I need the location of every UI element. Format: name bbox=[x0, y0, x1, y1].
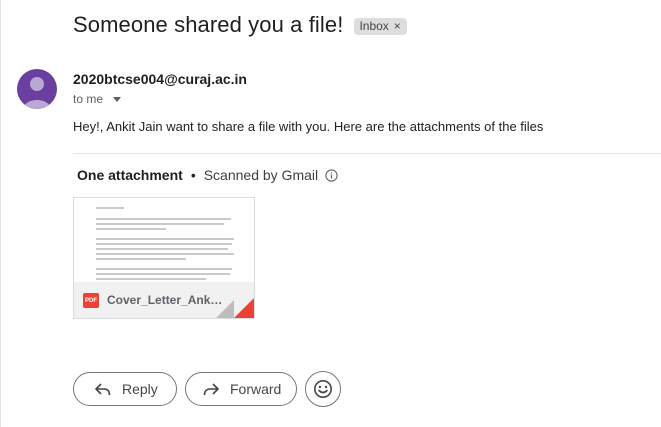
header-separator: • bbox=[190, 167, 196, 183]
sender-email[interactable]: 2020btcse004@curaj.ac.in bbox=[73, 71, 247, 87]
emoji-smile-icon bbox=[314, 380, 332, 398]
attachment-card[interactable]: PDF Cover_Letter_Ankit_Jain.pdf bbox=[73, 197, 255, 319]
attachments-divider bbox=[73, 153, 661, 154]
reply-button[interactable]: Reply bbox=[73, 372, 177, 406]
label-chip-text: Inbox bbox=[359, 19, 389, 33]
pdf-file-icon: PDF bbox=[83, 293, 99, 308]
forward-arrow-icon bbox=[203, 383, 219, 396]
panel-divider bbox=[0, 0, 1, 427]
email-body: Hey!, Ankit Jain want to share a file wi… bbox=[73, 119, 544, 134]
scan-status: Scanned by Gmail bbox=[203, 167, 319, 183]
attachment-file-name: Cover_Letter_Ankit_Jain.pdf bbox=[107, 293, 225, 307]
forward-label: Forward bbox=[230, 381, 282, 397]
sender-avatar[interactable] bbox=[17, 69, 57, 109]
attachments-header: One attachment • Scanned by Gmail bbox=[77, 167, 338, 183]
reply-label: Reply bbox=[122, 381, 158, 397]
recipient-label: to me bbox=[73, 92, 104, 106]
recipient-details-toggle[interactable]: to me bbox=[73, 92, 122, 106]
preview-text-lines bbox=[96, 207, 236, 283]
forward-button[interactable]: Forward bbox=[185, 372, 297, 406]
remove-label-icon[interactable]: × bbox=[394, 20, 401, 32]
attachment-preview bbox=[74, 198, 254, 282]
page-fold-shape bbox=[216, 300, 234, 318]
emoji-reaction-button[interactable] bbox=[305, 371, 341, 407]
label-chip-inbox[interactable]: Inbox × bbox=[354, 18, 407, 35]
pdf-corner-icon bbox=[234, 298, 254, 318]
attachment-count: One attachment bbox=[77, 167, 183, 183]
email-subject: Someone shared you a file! bbox=[73, 12, 344, 37]
email-subject-row: Someone shared you a file! Inbox × bbox=[73, 12, 407, 38]
reply-arrow-icon bbox=[95, 383, 111, 396]
caret-down-icon bbox=[113, 97, 122, 102]
info-icon[interactable] bbox=[325, 168, 338, 182]
default-avatar-icon bbox=[23, 77, 51, 109]
